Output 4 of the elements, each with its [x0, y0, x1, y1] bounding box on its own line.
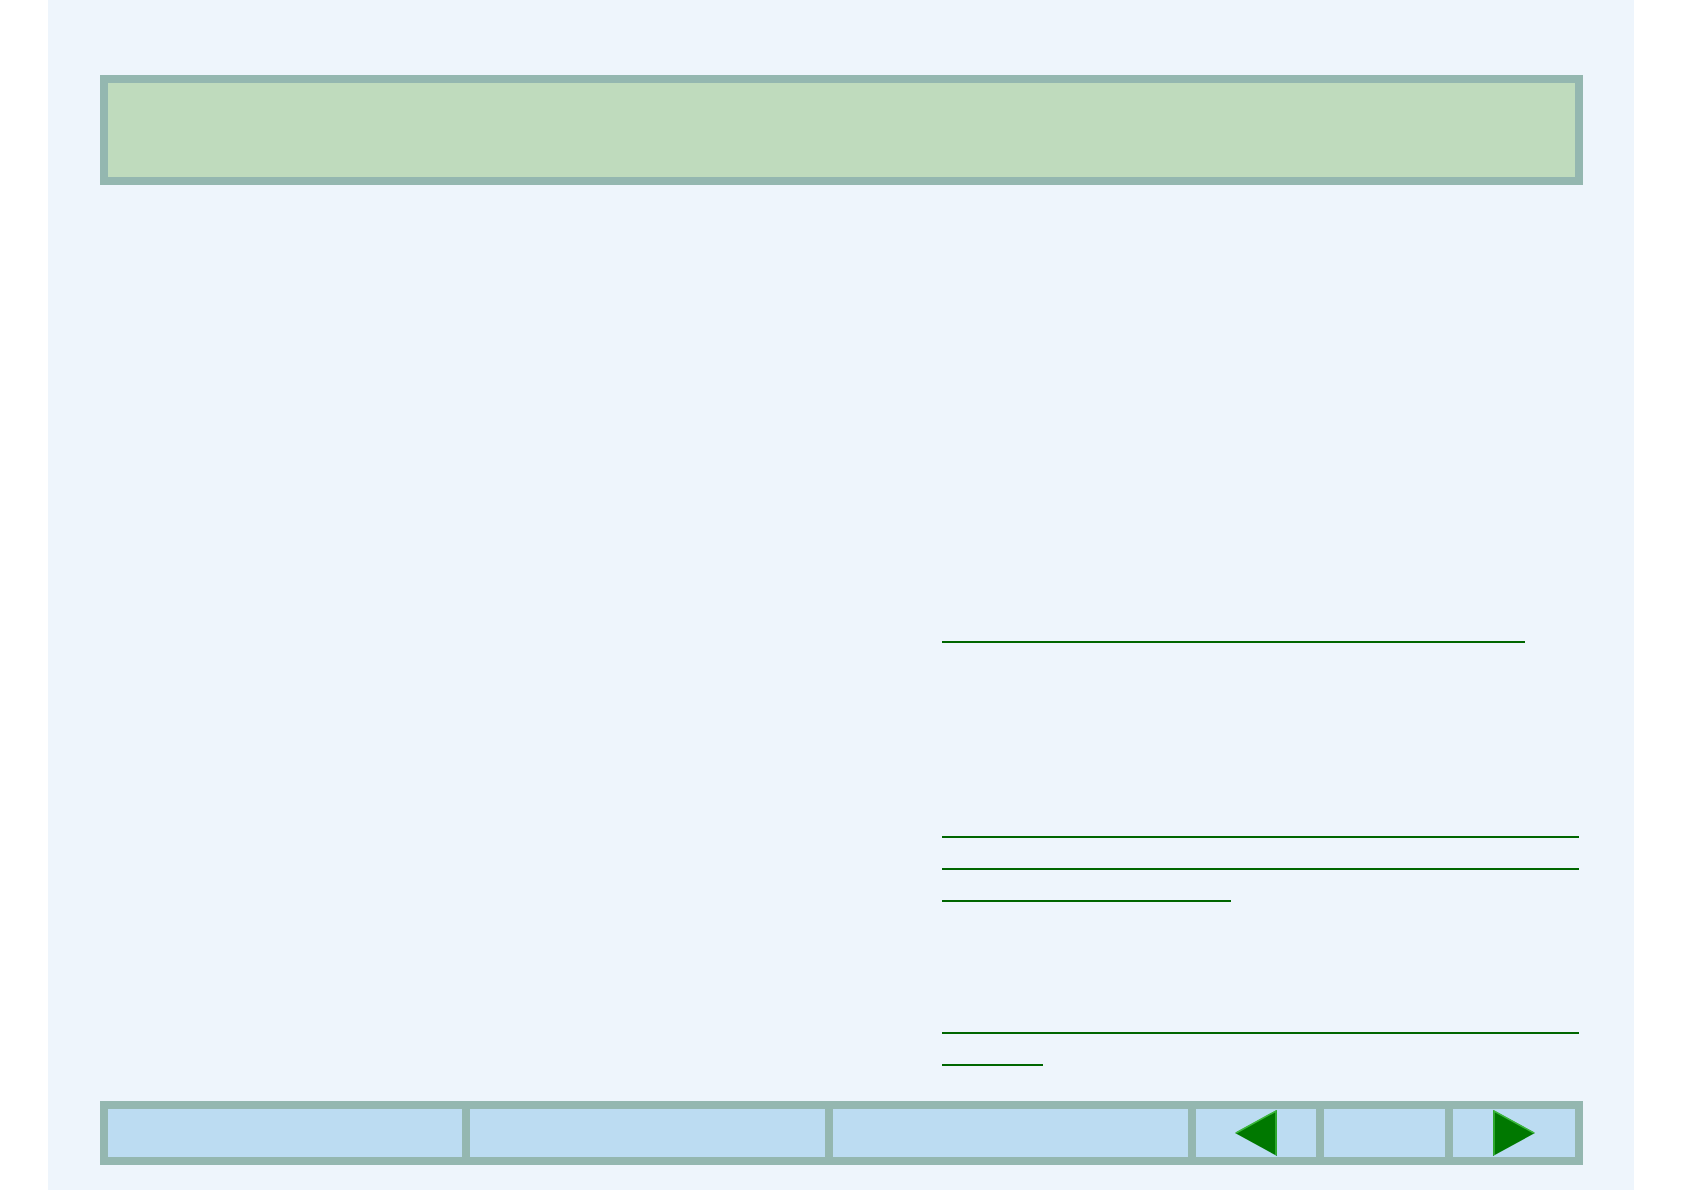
next-button[interactable] [1453, 1109, 1575, 1157]
left-triangle-icon [1235, 1110, 1277, 1156]
right-triangle-icon [1493, 1110, 1535, 1156]
previous-button[interactable] [1196, 1109, 1316, 1157]
